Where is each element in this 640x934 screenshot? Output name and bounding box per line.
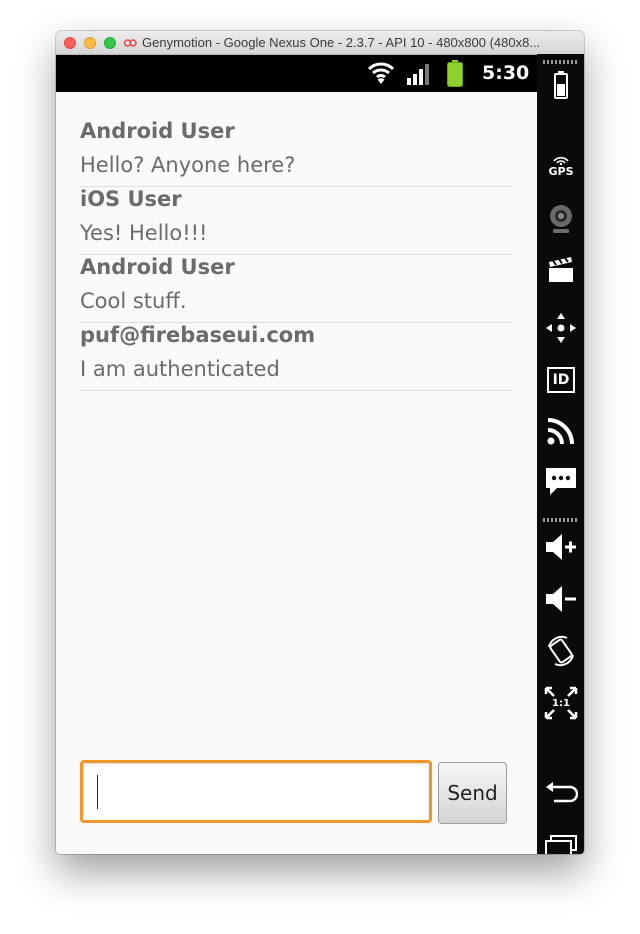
minimize-window-button[interactable] — [84, 37, 96, 49]
message-text: Yes! Hello!!! — [80, 221, 208, 245]
signal-icon — [406, 63, 432, 85]
android-status-bar: 5:30 — [56, 55, 537, 92]
text-caret — [97, 775, 98, 809]
wifi-icon — [367, 61, 395, 85]
title-bar[interactable]: Genymotion - Google Nexus One - 2.3.7 - … — [56, 31, 584, 55]
media-clapper-icon[interactable] — [544, 252, 578, 286]
send-button[interactable]: Send — [438, 762, 507, 824]
emulator-window: Genymotion - Google Nexus One - 2.3.7 - … — [56, 31, 584, 854]
message-item: iOS User Yes! Hello!!! — [80, 186, 512, 255]
sms-icon[interactable] — [544, 464, 578, 498]
message-text: Cool stuff. — [80, 289, 187, 313]
toolbar-grip[interactable] — [543, 60, 579, 64]
toolbar-grip[interactable] — [543, 518, 579, 522]
zoom-window-button[interactable] — [104, 37, 116, 49]
message-text: I am authenticated — [80, 357, 280, 381]
message-item: Android User Cool stuff. — [80, 254, 512, 323]
pixel-perfect-label: 1:1 — [552, 697, 570, 709]
message-item: puf@firebaseui.com I am authenticated — [80, 322, 512, 391]
message-input[interactable] — [80, 760, 432, 823]
message-author: iOS User — [80, 187, 182, 211]
close-window-button[interactable] — [64, 37, 76, 49]
volume-down-icon[interactable] — [544, 582, 578, 616]
device-id-label: ID — [552, 372, 570, 388]
genymotion-sidebar: GPS ID 1:1 — [537, 54, 584, 854]
pixel-perfect-icon[interactable]: 1:1 — [544, 686, 578, 720]
recent-apps-icon[interactable] — [544, 828, 578, 854]
genymotion-logo-icon — [123, 36, 137, 50]
chat-screen: Android User Hello? Anyone here? iOS Use… — [56, 92, 537, 854]
gps-icon[interactable]: GPS — [544, 150, 578, 184]
gps-label: GPS — [548, 165, 574, 178]
battery-icon[interactable] — [544, 68, 578, 102]
window-title: Genymotion - Google Nexus One - 2.3.7 - … — [142, 35, 541, 50]
dpad-icon[interactable] — [544, 311, 578, 345]
webcam-icon[interactable] — [544, 202, 578, 236]
message-author: puf@firebaseui.com — [80, 323, 316, 347]
message-author: Android User — [80, 119, 235, 143]
device-id-icon[interactable]: ID — [544, 363, 578, 397]
volume-up-icon[interactable] — [544, 530, 578, 564]
battery-icon — [447, 60, 463, 87]
rotate-icon[interactable] — [544, 634, 578, 668]
rss-icon[interactable] — [544, 414, 578, 448]
message-item: Android User Hello? Anyone here? — [80, 118, 512, 187]
back-icon[interactable] — [544, 776, 578, 810]
message-author: Android User — [80, 255, 235, 279]
status-clock: 5:30 — [482, 62, 530, 84]
message-text: Hello? Anyone here? — [80, 153, 296, 177]
